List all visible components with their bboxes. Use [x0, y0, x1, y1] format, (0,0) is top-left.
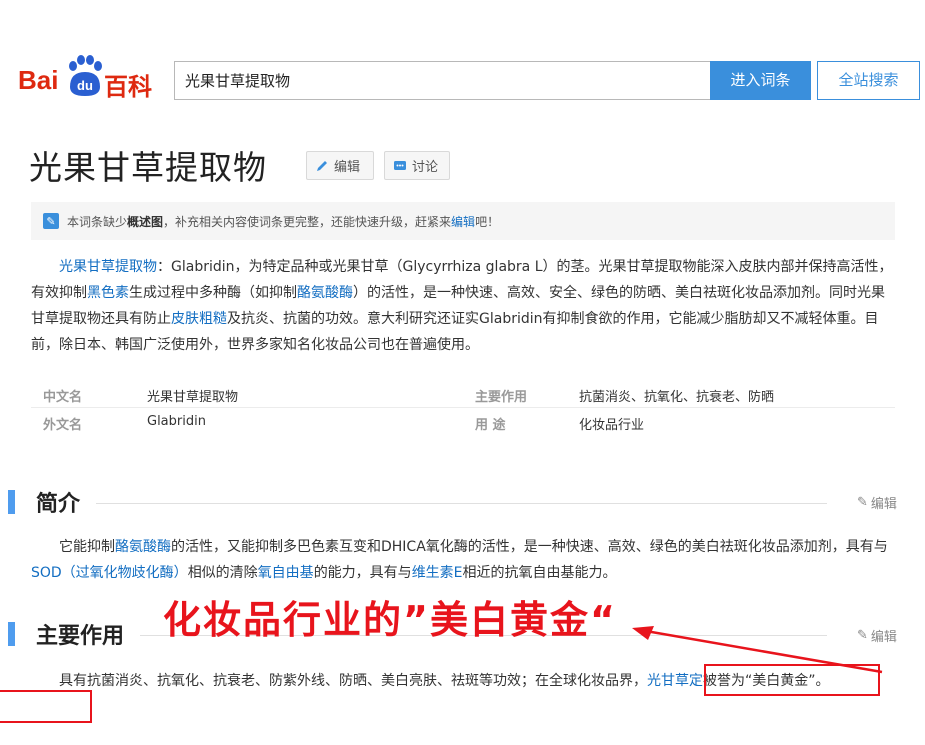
section-edit-label: 编辑 [870, 497, 897, 512]
section-title-intro: 简介 [36, 492, 81, 517]
info-row: 外文名 Glabridin 用 途 化妆品行业 [31, 408, 895, 436]
section-marker [8, 490, 15, 514]
discuss-label: 讨论 [412, 160, 439, 175]
melanin-link[interactable]: 黑色素 [87, 285, 129, 301]
discuss-button[interactable]: 讨论 [384, 151, 450, 180]
info-key: 中文名 [43, 390, 83, 405]
notice-text-1: 本词条缺少 [67, 214, 128, 229]
free-radical-link[interactable]: 氧自由基 [258, 565, 314, 581]
missing-image-notice: ✎ 本词条缺少概述图，补充相关内容使词条更完整，还能快速升级，赶紧来编辑吧！ [31, 202, 895, 240]
annotation-headline: 化妆品行业的”美白黄金“ [163, 598, 617, 642]
summary-text-2: 生成过程中多种酶（如抑制 [129, 285, 297, 301]
notice-edit-link[interactable]: 编辑 [451, 215, 475, 229]
search-box [174, 61, 710, 100]
edit-entry-label: 编辑 [334, 160, 361, 175]
enter-entry-button[interactable]: 进入词条 [710, 61, 811, 100]
sod-link[interactable]: SOD（过氧化物歧化酶） [31, 565, 188, 581]
intro-text-5: 相近的抗氧自由基能力。 [462, 565, 617, 581]
intro-text-3: 相似的清除 [187, 565, 258, 581]
pencil-notice-icon: ✎ [43, 213, 59, 229]
info-value: 抗菌消炎、抗氧化、抗衰老、防晒 [579, 390, 775, 405]
vitamin-e-link[interactable]: 维生素E [412, 565, 463, 581]
section-marker [8, 622, 15, 646]
notice-bold: 概述图 [127, 214, 164, 229]
intro-text-4: 的能力，具有与 [313, 565, 412, 581]
paw-icon: du [69, 55, 102, 96]
notice-text-2: ，补充相关内容使词条更完整，还能快速升级，赶紧来 [163, 214, 452, 229]
site-search-button[interactable]: 全站搜索 [817, 61, 920, 100]
tyrosinase-link[interactable]: 酪氨酸酶 [297, 285, 353, 301]
highlight-box [704, 664, 880, 696]
info-key: 外文名 [43, 418, 83, 433]
intro-text-2: 的活性，又能抑制多巴色素互变和DHICA氧化酶的活性，是一种快速、高效、绿色的美… [171, 539, 888, 555]
summary-title-link[interactable]: 光果甘草提取物 [59, 259, 157, 275]
rough-skin-link[interactable]: 皮肤粗糙 [171, 311, 227, 327]
info-value: 化妆品行业 [579, 418, 645, 433]
info-value: Glabridin [147, 414, 206, 429]
pencil-icon: ✎ [857, 495, 868, 510]
section-edit-button[interactable]: ✎ 编辑 [857, 493, 897, 512]
search-input[interactable] [175, 62, 710, 99]
info-key: 主要作用 [475, 390, 528, 405]
info-row: 中文名 光果甘草提取物 主要作用 抗菌消炎、抗氧化、抗衰老、防晒 [31, 380, 895, 408]
logo-du-text: du [77, 78, 93, 93]
main-text-1: 具有抗菌消炎、抗氧化、抗衰老、防紫外线、防晒、美白亮肤、祛斑等功效；在全球化妆品… [59, 673, 647, 689]
intro-text-1: 它能抑制 [59, 539, 115, 555]
basic-info-table: 中文名 光果甘草提取物 主要作用 抗菌消炎、抗氧化、抗衰老、防晒 外文名 Gla… [31, 380, 895, 436]
highlight-box [0, 690, 92, 723]
notice-text: 本词条缺少概述图，补充相关内容使词条更完整，还能快速升级，赶紧来编辑吧！ [67, 213, 499, 230]
section-divider [96, 503, 827, 504]
tyrosinase-link[interactable]: 酪氨酸酶 [115, 539, 171, 555]
logo-bai-text: Bai [18, 65, 59, 95]
page-title: 光果甘草提取物 [29, 148, 267, 187]
chat-icon [394, 160, 406, 170]
section-title-main-function: 主要作用 [36, 624, 125, 649]
pencil-icon [317, 160, 327, 171]
notice-text-3: 吧！ [475, 214, 500, 229]
intro-paragraph: 它能抑制酪氨酸酶的活性，又能抑制多巴色素互变和DHICA氧化酶的活性，是一种快速… [31, 534, 893, 586]
logo-ke-text: 百科 [104, 74, 152, 101]
info-value: 光果甘草提取物 [147, 390, 239, 405]
baike-logo[interactable]: Bai du 百科 [18, 52, 158, 101]
edit-entry-button[interactable]: 编辑 [306, 151, 374, 180]
info-key: 用 途 [475, 418, 506, 433]
entry-summary: 光果甘草提取物：Glabridin，为特定品种或光果甘草（Glycyrrhiza… [31, 254, 893, 358]
